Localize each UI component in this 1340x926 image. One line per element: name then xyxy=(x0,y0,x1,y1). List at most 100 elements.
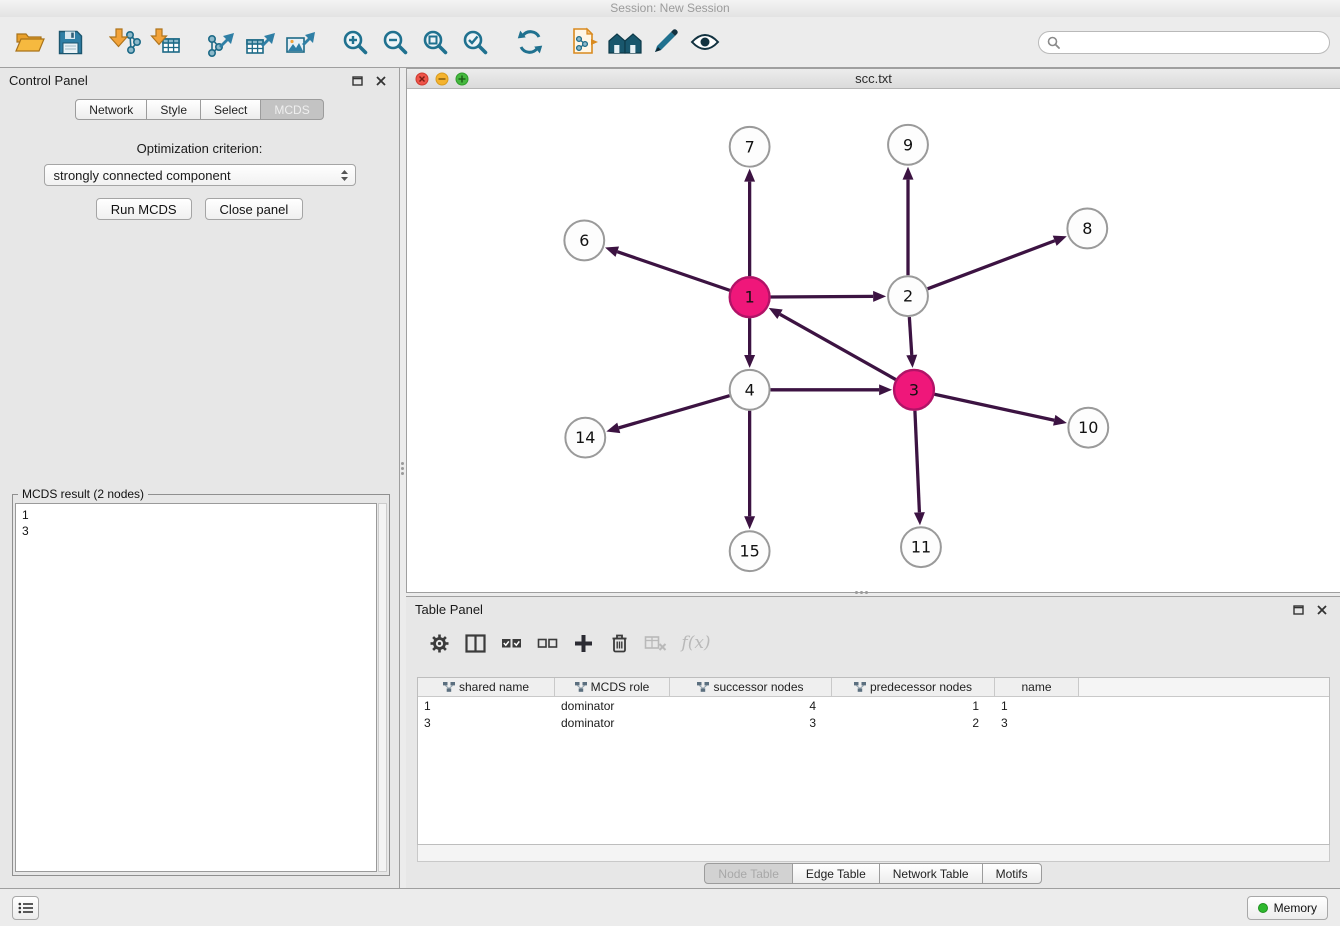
table-cell[interactable]: 1 xyxy=(832,699,995,713)
table-row[interactable]: 1 dominator 4 1 1 xyxy=(418,697,1329,714)
graph-node-11[interactable]: 11 xyxy=(901,527,941,567)
network-canvas-area[interactable]: 7 9 6 8 1 2 4 3 14 10 15 11 xyxy=(407,89,1340,592)
zoom-window-button[interactable] xyxy=(456,73,468,85)
plus-icon xyxy=(573,633,594,654)
column-header-successor-nodes[interactable]: successor nodes xyxy=(670,678,832,696)
select-all-columns-button[interactable] xyxy=(498,630,524,656)
run-mcds-button[interactable]: Run MCDS xyxy=(96,198,192,220)
mcds-result-scrollbar[interactable] xyxy=(378,503,387,872)
tab-style[interactable]: Style xyxy=(146,99,201,120)
graph-node-9[interactable]: 9 xyxy=(888,125,928,165)
delete-columns-button[interactable] xyxy=(606,630,632,656)
show-graphics-details-button[interactable] xyxy=(685,21,725,63)
graph-edge-1-6[interactable] xyxy=(617,252,730,291)
export-table-button[interactable] xyxy=(240,21,280,63)
graph-node-6[interactable]: 6 xyxy=(564,220,604,260)
tab-network-table[interactable]: Network Table xyxy=(879,863,983,884)
close-table-panel-button[interactable] xyxy=(1313,601,1331,619)
minimize-window-button[interactable] xyxy=(436,73,448,85)
apply-style-button[interactable] xyxy=(645,21,685,63)
import-network-button[interactable] xyxy=(105,21,145,63)
graph-edge-arrow xyxy=(744,169,755,182)
graph-node-2[interactable]: 2 xyxy=(888,276,928,316)
horizontal-splitter-grip[interactable] xyxy=(855,591,858,594)
vertical-splitter-grip[interactable] xyxy=(401,462,404,465)
open-folder-icon xyxy=(15,29,45,55)
open-session-button[interactable] xyxy=(10,21,50,63)
tab-motifs[interactable]: Motifs xyxy=(982,863,1042,884)
zoom-in-button[interactable] xyxy=(335,21,375,63)
zoom-selected-icon xyxy=(462,29,488,55)
copy-network-button[interactable] xyxy=(565,21,605,63)
table-cell[interactable]: dominator xyxy=(555,699,670,713)
memory-button[interactable]: Memory xyxy=(1247,896,1328,920)
task-history-button[interactable] xyxy=(12,896,39,920)
graph-node-10[interactable]: 10 xyxy=(1068,408,1108,448)
table-cell[interactable]: 2 xyxy=(832,716,995,730)
graph-edge-1-2[interactable] xyxy=(771,296,874,297)
graph-edge-arrow xyxy=(744,355,755,368)
graph-node-7[interactable]: 7 xyxy=(730,127,770,167)
close-window-button[interactable] xyxy=(416,73,428,85)
search-box[interactable] xyxy=(1038,31,1330,54)
column-header-name[interactable]: name xyxy=(995,678,1079,696)
graph-edge-2-3[interactable] xyxy=(909,317,911,355)
column-header-shared-name[interactable]: shared name xyxy=(418,678,555,696)
table-cell[interactable]: 1 xyxy=(418,699,555,713)
table-cell[interactable]: 1 xyxy=(995,699,1079,713)
close-mcds-panel-button[interactable]: Close panel xyxy=(205,198,304,220)
graph-edge-3-10[interactable] xyxy=(934,394,1054,420)
zoom-out-button[interactable] xyxy=(375,21,415,63)
tab-edge-table[interactable]: Edge Table xyxy=(792,863,880,884)
zoom-fit-button[interactable] xyxy=(415,21,455,63)
table-horizontal-scrollbar[interactable] xyxy=(417,845,1330,862)
search-input[interactable] xyxy=(1065,35,1321,49)
traffic-lights[interactable] xyxy=(415,72,469,86)
new-column-button[interactable] xyxy=(570,630,596,656)
graph-edge-3-11[interactable] xyxy=(915,411,920,513)
table-cell[interactable]: 3 xyxy=(670,716,832,730)
save-session-button[interactable] xyxy=(50,21,90,63)
export-image-button[interactable] xyxy=(280,21,320,63)
deselect-all-columns-button[interactable] xyxy=(534,630,560,656)
export-network-button[interactable] xyxy=(200,21,240,63)
tab-select[interactable]: Select xyxy=(200,99,261,120)
graph-edge-4-14[interactable] xyxy=(619,396,730,428)
criterion-dropdown[interactable]: strongly connected component xyxy=(44,164,356,186)
network-canvas[interactable]: 7 9 6 8 1 2 4 3 14 10 15 11 xyxy=(407,89,1340,592)
graph-node-1[interactable]: 1 xyxy=(730,277,770,317)
float-panel-button[interactable] xyxy=(348,72,366,90)
table-cell[interactable]: 3 xyxy=(995,716,1079,730)
column-header-predecessor-nodes[interactable]: predecessor nodes xyxy=(832,678,995,696)
table-cell[interactable]: dominator xyxy=(555,716,670,730)
graph-node-label: 9 xyxy=(903,135,913,154)
network-window-titlebar[interactable]: scc.txt xyxy=(407,69,1340,89)
graph-node-15[interactable]: 15 xyxy=(730,531,770,571)
apply-layout-button[interactable] xyxy=(510,21,550,63)
float-table-panel-button[interactable] xyxy=(1289,601,1307,619)
table-options-button[interactable] xyxy=(426,630,452,656)
delete-table-button[interactable] xyxy=(642,630,668,656)
tab-network[interactable]: Network xyxy=(75,99,147,120)
graph-edge-2-8[interactable] xyxy=(928,241,1055,289)
table-cell[interactable]: 3 xyxy=(418,716,555,730)
close-panel-button[interactable] xyxy=(372,72,390,90)
tab-mcds[interactable]: MCDS xyxy=(260,99,323,120)
optimization-criterion-label: Optimization criterion: xyxy=(0,141,399,156)
table-row[interactable]: 3 dominator 3 2 3 xyxy=(418,714,1329,731)
first-neighbors-button[interactable] xyxy=(605,21,645,63)
import-table-button[interactable] xyxy=(145,21,185,63)
mcds-result-text[interactable]: 1 3 xyxy=(15,503,377,872)
graph-node-3[interactable]: 3 xyxy=(894,370,934,410)
graph-node-8[interactable]: 8 xyxy=(1067,209,1107,249)
graph-node-4[interactable]: 4 xyxy=(730,370,770,410)
tab-node-table[interactable]: Node Table xyxy=(704,863,793,884)
column-header-mcds-role[interactable]: MCDS role xyxy=(555,678,670,696)
zoom-selected-button[interactable] xyxy=(455,21,495,63)
graph-node-14[interactable]: 14 xyxy=(565,418,605,458)
column-type-icon xyxy=(697,682,709,692)
graph-edge-3-1[interactable] xyxy=(780,314,896,379)
show-columns-button[interactable] xyxy=(462,630,488,656)
function-builder-button[interactable]: f(x) xyxy=(678,630,714,656)
table-cell[interactable]: 4 xyxy=(670,699,832,713)
